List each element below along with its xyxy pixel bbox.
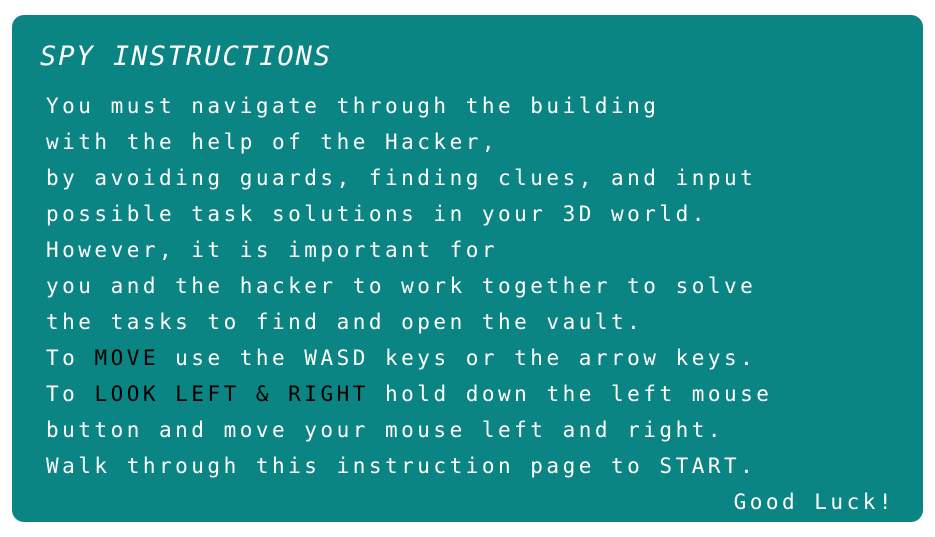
instructions-body: You must navigate through the building w… [46, 88, 906, 484]
look-keyword: LOOK LEFT & RIGHT [94, 382, 369, 406]
good-luck-text: Good Luck! [733, 490, 895, 514]
start-instruction-line: Walk through this instruction page to ST… [46, 454, 757, 478]
instruction-line: You must navigate through the building [46, 94, 660, 118]
move-prefix: To [46, 346, 95, 370]
look-instruction-line: To LOOK LEFT & RIGHT hold down the left … [46, 376, 906, 412]
look-suffix: hold down the left mouse [368, 382, 773, 406]
move-keyword: MOVE [94, 346, 160, 370]
look-prefix: To [46, 382, 95, 406]
move-suffix: use the WASD keys or the arrow keys. [159, 346, 757, 370]
instruction-line: you and the hacker to work together to s… [46, 274, 757, 298]
instruction-line: with the help of the Hacker, [46, 130, 499, 154]
instruction-line: the tasks to find and open the vault. [46, 310, 644, 334]
move-instruction-line: To MOVE use the WASD keys or the arrow k… [46, 340, 906, 376]
instructions-panel: SPY INSTRUCTIONS You must navigate throu… [12, 15, 923, 522]
instruction-line: by avoiding guards, finding clues, and i… [46, 166, 757, 190]
panel-title: SPY INSTRUCTIONS [40, 41, 333, 72]
instruction-line: button and move your mouse left and righ… [46, 418, 725, 442]
instruction-line: However, it is important for [46, 238, 499, 262]
instruction-line: possible task solutions in your 3D world… [46, 202, 708, 226]
